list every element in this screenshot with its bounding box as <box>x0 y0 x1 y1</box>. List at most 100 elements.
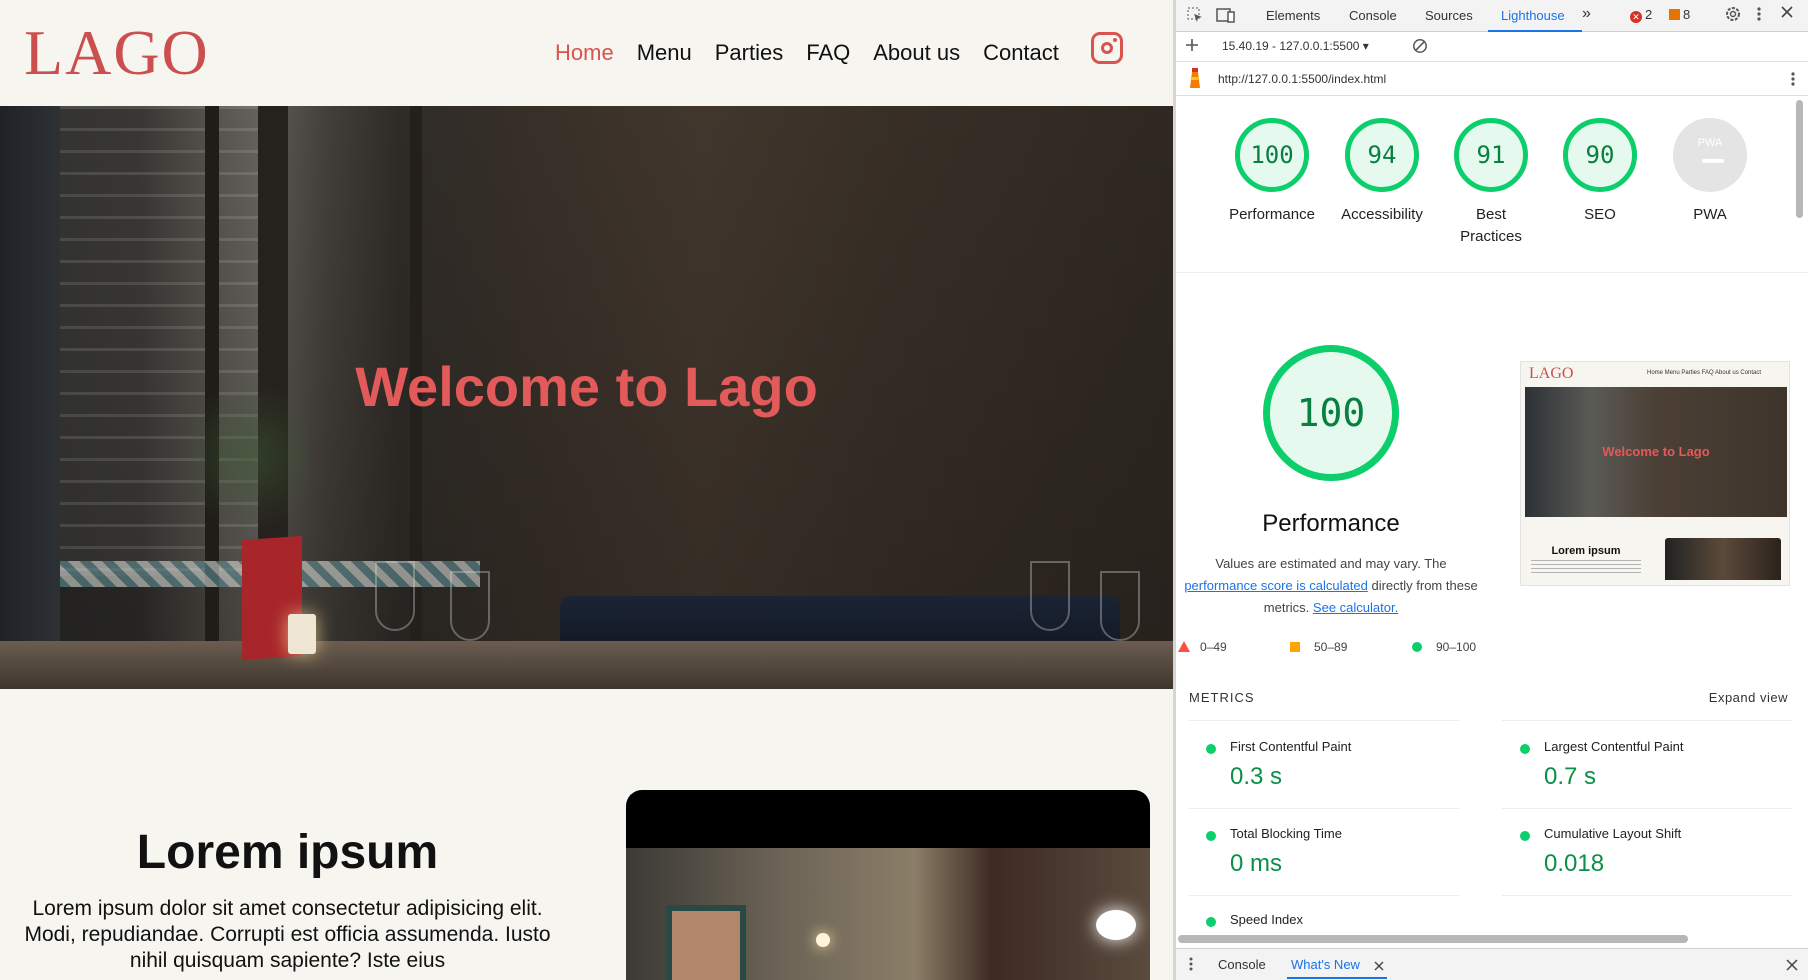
instagram-icon[interactable] <box>1091 32 1123 64</box>
legend-average: 50–89 <box>1290 640 1347 654</box>
report-selector-dropdown[interactable]: 15.40.19 - 127.0.0.1:5500 ▾ <box>1222 39 1369 53</box>
close-devtools-icon[interactable] <box>1780 5 1794 24</box>
tab-console[interactable]: Console <box>1349 8 1397 23</box>
devtools-drawer: Console What's New <box>1176 948 1808 980</box>
drawer-tab-whats-new[interactable]: What's New <box>1291 957 1360 972</box>
nav-faq[interactable]: FAQ <box>806 40 850 66</box>
more-tabs-icon[interactable]: » <box>1582 5 1591 23</box>
drawer-tab-console[interactable]: Console <box>1218 957 1266 972</box>
device-toolbar-icon[interactable] <box>1216 6 1236 29</box>
metric-value: 0.018 <box>1544 850 1605 877</box>
performance-score-link[interactable]: performance score is calculated <box>1184 578 1368 593</box>
kebab-menu-icon[interactable] <box>1756 5 1762 28</box>
legend-pass: 90–100 <box>1412 640 1476 654</box>
about-text: Lorem ipsum dolor sit amet consectetur a… <box>24 897 551 972</box>
pass-circle-icon <box>1520 744 1530 754</box>
about-section: Lorem ipsum Lorem ipsum dolor sit amet c… <box>0 689 1173 980</box>
nav-contact[interactable]: Contact <box>983 40 1059 66</box>
pwa-badge-icon: PWA <box>1673 118 1747 192</box>
devtools-tabbar: Elements Console Sources Lighthouse » ✕ 2… <box>1176 0 1808 32</box>
desc-text: Values are estimated and may vary. The <box>1215 556 1447 571</box>
inspect-element-icon[interactable] <box>1186 6 1204 29</box>
pass-circle-icon <box>1206 831 1216 841</box>
error-icon: ✕ <box>1630 11 1642 23</box>
pwa-badge-text: PWA <box>1697 137 1723 149</box>
active-drawer-tab-indicator <box>1287 977 1387 979</box>
score-label: SEO <box>1584 206 1616 223</box>
close-drawer-tab-icon[interactable] <box>1374 958 1384 976</box>
thumb-nav: Home Menu Parties FAQ About us Contact <box>1647 370 1762 376</box>
score-label: Accessibility <box>1341 206 1423 223</box>
tab-elements[interactable]: Elements <box>1266 8 1320 23</box>
metrics-rule <box>1189 808 1459 809</box>
section-divider <box>1176 272 1808 273</box>
average-square-icon <box>1290 642 1300 652</box>
expand-view-button[interactable]: Expand view <box>1709 690 1788 705</box>
legend-average-label: 50–89 <box>1314 640 1348 654</box>
error-count-badge[interactable]: ✕ 2 <box>1630 7 1652 23</box>
thumb-image <box>1665 538 1781 580</box>
tab-lighthouse[interactable]: Lighthouse <box>1501 8 1565 23</box>
website-viewport: LAGO Home Menu Parties FAQ About us Cont… <box>0 0 1173 980</box>
score-gauge: 90 <box>1563 118 1637 192</box>
score-accessibility[interactable]: 94 Accessibility <box>1322 118 1442 226</box>
site-logo[interactable]: LAGO <box>24 16 210 90</box>
about-image <box>626 790 1150 980</box>
thumb-text-lines <box>1531 560 1641 574</box>
new-report-plus-icon[interactable] <box>1184 36 1200 59</box>
pass-circle-icon <box>1206 744 1216 754</box>
metrics-rule <box>1502 808 1792 809</box>
score-pwa[interactable]: PWA PWA <box>1650 118 1770 226</box>
pwa-badge-bar <box>1702 159 1724 163</box>
thumb-logo: LAGO <box>1529 365 1574 382</box>
vertical-scrollbar[interactable] <box>1796 100 1803 218</box>
hero-table <box>0 641 1173 689</box>
thumb-subtitle: Lorem ipsum <box>1551 545 1621 557</box>
hero-wine-glass <box>1100 571 1140 641</box>
page-screenshot-thumbnail[interactable]: LAGO Home Menu Parties FAQ About us Cont… <box>1520 361 1790 586</box>
legend-fail-label: 0–49 <box>1200 640 1227 654</box>
score-seo[interactable]: 90 SEO <box>1540 118 1660 226</box>
nav-home[interactable]: Home <box>555 40 614 66</box>
devtools-panel: Elements Console Sources Lighthouse » ✕ 2… <box>1176 0 1808 980</box>
metric-name: Speed Index <box>1230 912 1304 927</box>
fail-triangle-icon <box>1178 641 1190 652</box>
pass-circle-icon <box>1520 831 1530 841</box>
metrics-rule <box>1502 895 1792 896</box>
see-calculator-link[interactable]: See calculator. <box>1313 600 1398 615</box>
lighthouse-toolbar: 15.40.19 - 127.0.0.1:5500 ▾ <box>1176 32 1808 62</box>
nav-parties[interactable]: Parties <box>715 40 783 66</box>
score-best-practices[interactable]: 91 Best Practices <box>1431 118 1551 248</box>
warning-count: 8 <box>1683 7 1691 22</box>
settings-gear-icon[interactable] <box>1724 5 1742 28</box>
metric-name: Largest Contentful Paint <box>1544 739 1684 754</box>
hero-candle <box>288 614 316 654</box>
score-performance[interactable]: 100 Performance <box>1212 118 1332 226</box>
warning-count-badge[interactable]: 8 <box>1669 7 1690 22</box>
report-kebab-menu-icon[interactable] <box>1790 70 1796 93</box>
about-heading: Lorem ipsum <box>136 826 439 879</box>
nav-menu[interactable]: Menu <box>637 40 692 66</box>
clear-reports-icon[interactable] <box>1412 38 1428 59</box>
score-label: Best Practices <box>1460 206 1522 245</box>
metric-name: Cumulative Layout Shift <box>1544 826 1682 841</box>
lighthouse-logo-icon <box>1186 68 1204 95</box>
metrics-rule <box>1189 895 1459 896</box>
tab-sources[interactable]: Sources <box>1425 8 1473 23</box>
performance-description: Values are estimated and may vary. The p… <box>1176 553 1486 619</box>
hero-title: Welcome to Lago <box>355 355 818 418</box>
close-drawer-icon[interactable] <box>1786 958 1798 976</box>
about-image-lamp <box>1096 910 1136 940</box>
report-url[interactable]: http://127.0.0.1:5500/index.html <box>1218 72 1386 86</box>
legend-fail: 0–49 <box>1178 640 1227 654</box>
horizontal-scrollbar[interactable] <box>1178 935 1688 943</box>
nav-about-us[interactable]: About us <box>873 40 960 66</box>
metric-value: 0.7 s <box>1544 763 1597 790</box>
drawer-kebab-icon[interactable] <box>1188 956 1194 977</box>
performance-big-gauge: 100 <box>1263 345 1399 481</box>
about-image-portrait <box>666 905 746 980</box>
metrics-rule <box>1189 720 1459 721</box>
site-nav: Home Menu Parties FAQ About us Contact <box>555 40 1082 66</box>
score-label: Performance <box>1229 206 1315 223</box>
hero-section: Welcome to Lago <box>0 106 1173 689</box>
